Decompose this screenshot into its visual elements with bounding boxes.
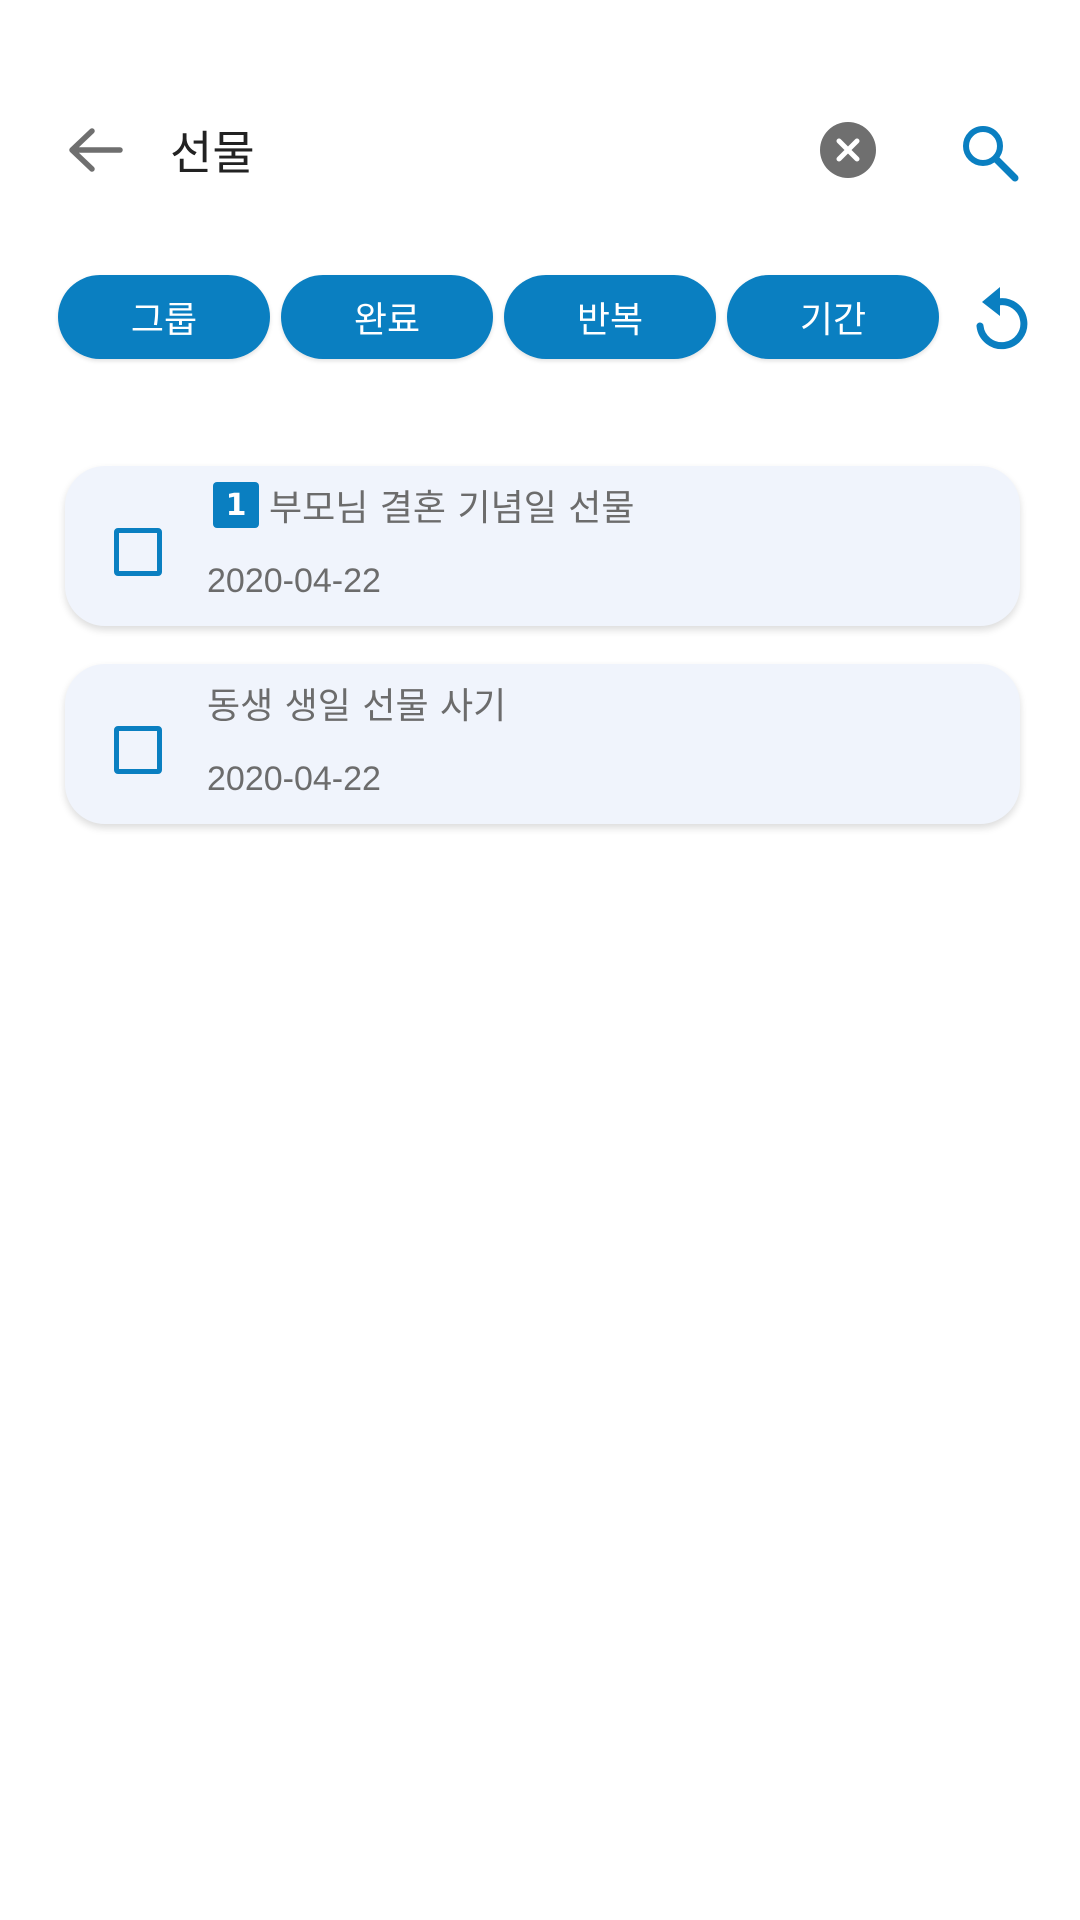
filter-repeat-chip[interactable]: 반복 (504, 275, 716, 359)
item-date: 2020-04-22 (207, 760, 381, 798)
list-item[interactable]: 동생 생일 선물 사기 2020-04-22 (65, 664, 1020, 824)
priority-badge: 1 (213, 482, 259, 528)
filter-bar: 그룹 완료 반복 기간 (58, 275, 1058, 359)
list-item[interactable]: 1 부모님 결혼 기념일 선물 2020-04-22 (65, 466, 1020, 626)
filter-period-chip[interactable]: 기간 (727, 275, 939, 359)
search-icon (963, 126, 1019, 182)
item-date: 2020-04-22 (207, 562, 381, 600)
arrow-back-icon (69, 128, 123, 172)
refresh-icon (976, 287, 1028, 350)
search-button[interactable] (955, 118, 1025, 188)
clear-search-button[interactable] (820, 122, 876, 178)
filter-completed-chip[interactable]: 완료 (281, 275, 493, 359)
back-button[interactable] (55, 120, 135, 180)
task-checkbox[interactable] (114, 726, 162, 774)
task-checkbox[interactable] (114, 528, 162, 576)
item-title-row: 동생 생일 선물 사기 (207, 678, 506, 728)
reset-filters-button[interactable] (958, 275, 1042, 359)
search-input[interactable] (170, 112, 790, 188)
filter-group-chip[interactable]: 그룹 (58, 275, 270, 359)
close-icon (836, 138, 860, 162)
item-title-row: 1 부모님 결혼 기념일 선물 (207, 480, 635, 530)
results-list: 1 부모님 결혼 기념일 선물 2020-04-22 동생 생일 선물 사기 2… (65, 466, 1020, 862)
item-title: 부모님 결혼 기념일 선물 (269, 488, 635, 529)
item-title: 동생 생일 선물 사기 (207, 686, 507, 727)
search-bar (0, 90, 1080, 210)
